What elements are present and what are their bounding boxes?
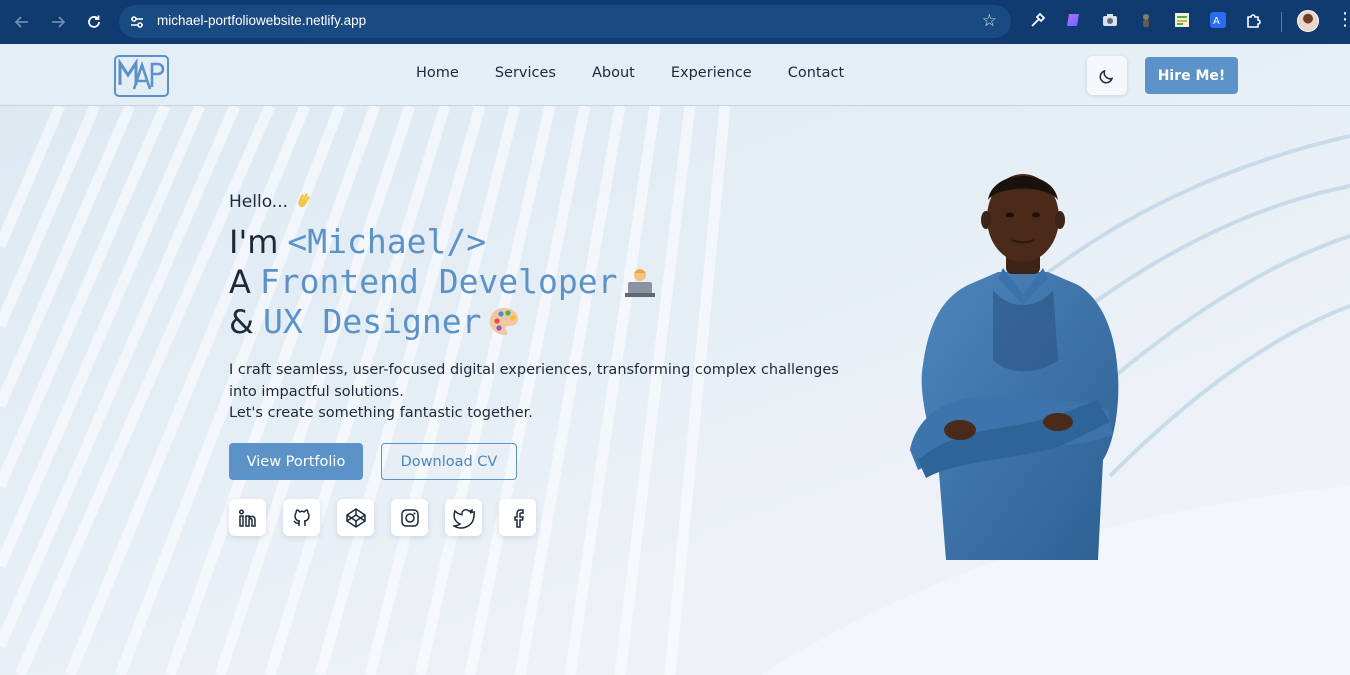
svg-text:A: A [1213, 16, 1220, 27]
role-prefix-and: & [229, 302, 254, 341]
moon-icon [1099, 69, 1114, 83]
reload-icon[interactable] [80, 8, 108, 36]
profile-portrait [910, 174, 1119, 560]
browser-toolbar: michael-portfoliowebsite.netlify.app ☆ A… [0, 0, 1350, 44]
intro-name: <Michael/> [287, 222, 487, 261]
role-prefix-a: A [229, 262, 251, 301]
instagram-icon[interactable] [391, 499, 428, 536]
twitter-icon[interactable] [445, 499, 482, 536]
role-line-frontend: A Frontend Developer [229, 262, 658, 301]
linkedin-icon[interactable] [229, 499, 266, 536]
download-cv-button[interactable]: Download CV [381, 443, 517, 480]
site-settings-icon[interactable] [128, 13, 146, 31]
role-ux-designer: UX Designer [262, 302, 482, 341]
gradient-extension-icon[interactable] [1064, 10, 1084, 30]
technologist-icon [624, 268, 655, 297]
back-arrow-icon[interactable] [8, 8, 36, 36]
role-line-ux: & UX Designer [229, 302, 522, 341]
codepen-icon[interactable] [337, 499, 374, 536]
bookmark-star-icon[interactable]: ☆ [982, 11, 997, 31]
nav-experience[interactable]: Experience [671, 65, 752, 81]
intro-prefix: I'm [229, 222, 279, 261]
greeting: Hello... [229, 190, 315, 212]
artist-palette-icon [489, 307, 518, 335]
url-text[interactable]: michael-portfoliowebsite.netlify.app [157, 13, 366, 28]
nav-contact[interactable]: Contact [788, 65, 844, 81]
site-header: Home Services About Experience Contact H… [0, 44, 1350, 106]
sheet-extension-icon[interactable] [1172, 10, 1192, 30]
translate-extension-icon[interactable]: A [1208, 10, 1228, 30]
camera-extension-icon[interactable] [1100, 10, 1120, 30]
hero-description: I craft seamless, user-focused digital e… [229, 360, 859, 425]
profile-avatar[interactable] [1297, 10, 1319, 32]
github-icon[interactable] [283, 499, 320, 536]
forward-arrow-icon[interactable] [44, 8, 72, 36]
role-frontend-developer: Frontend Developer [259, 262, 618, 301]
nav-home[interactable]: Home [416, 65, 459, 81]
main-nav: Home Services About Experience Contact [416, 65, 880, 81]
portfolio-page: Home Services About Experience Contact H… [0, 44, 1350, 675]
menu-kebab-icon[interactable]: ⋮ [1336, 10, 1350, 30]
greeting-text: Hello... [229, 192, 289, 212]
nav-about[interactable]: About [592, 65, 635, 81]
puzzle-extensions-icon[interactable] [1244, 10, 1264, 30]
intro-name-line: I'm <Michael/> [229, 222, 486, 261]
hire-me-button[interactable]: Hire Me! [1145, 57, 1238, 94]
address-bar[interactable]: michael-portfoliowebsite.netlify.app ☆ [119, 5, 1011, 38]
view-portfolio-button[interactable]: View Portfolio [229, 443, 363, 480]
logo[interactable] [114, 55, 169, 97]
theme-toggle-button[interactable] [1087, 56, 1127, 95]
toolbar-separator [1281, 12, 1282, 32]
description-line-2: Let's create something fantastic togethe… [229, 405, 533, 421]
eyedropper-extension-icon[interactable] [1028, 10, 1048, 30]
extension-icon[interactable] [1136, 10, 1156, 30]
waving-hand-icon [298, 193, 311, 208]
nav-services[interactable]: Services [495, 65, 556, 81]
facebook-icon[interactable] [499, 499, 536, 536]
description-line-1: I craft seamless, user-focused digital e… [229, 362, 839, 400]
